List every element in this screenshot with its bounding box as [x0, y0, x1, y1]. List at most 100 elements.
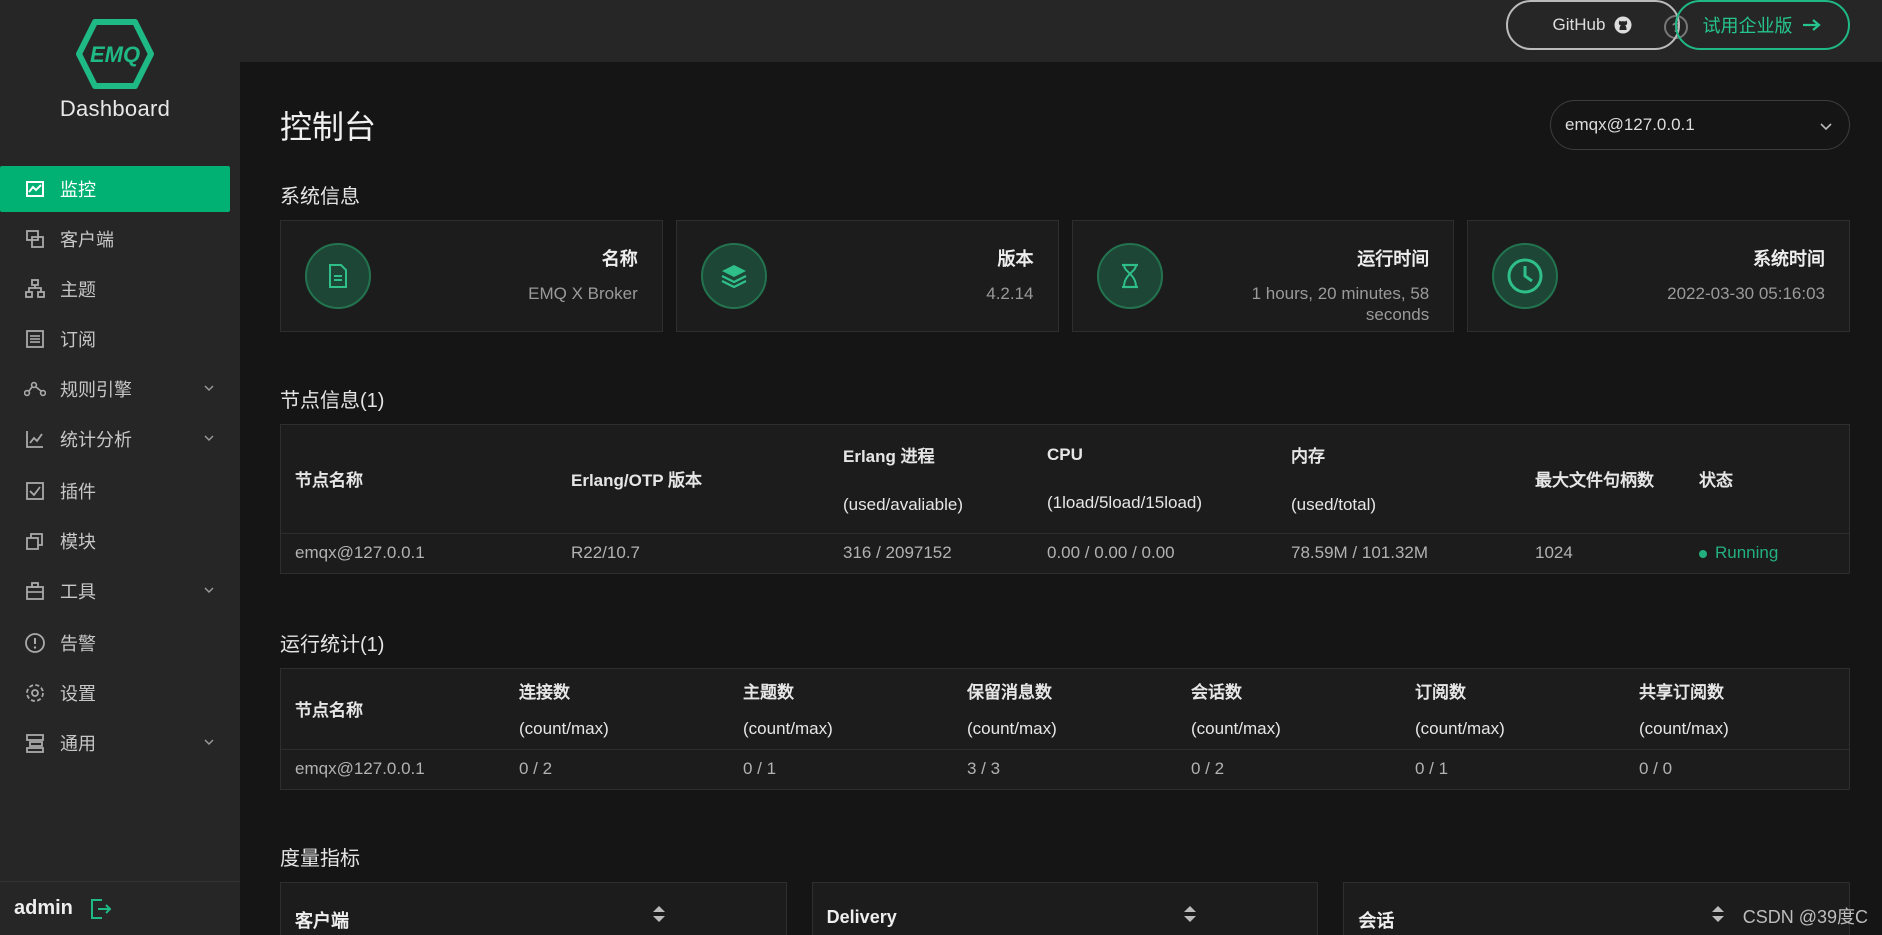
card-value: 2022-03-30 05:16:03: [1667, 284, 1825, 303]
metrics-title: 度量指标: [280, 848, 360, 870]
card-value: 1 hours, 20 minutes, 58 seconds: [1251, 284, 1430, 324]
col-subtitle: (1load/5load/15load): [1047, 492, 1203, 512]
col-subtitle: (used/avaliable): [843, 495, 964, 515]
sidebar-item-label: 通用: [60, 734, 96, 754]
sidebar-item-label: 工具: [60, 582, 96, 602]
sidebar-item-settings[interactable]: 设置: [0, 670, 240, 716]
document-icon: [305, 243, 371, 309]
card-label: 版本: [997, 249, 1034, 269]
col-title: 会话数: [1191, 683, 1242, 703]
col-cpu: CPU (1load/5load/15load): [1033, 425, 1277, 533]
sidebar-item-subscriptions[interactable]: 订阅: [0, 316, 240, 362]
col-subtitle: (count/max): [743, 719, 833, 739]
cell-connections: 0 / 2: [505, 748, 729, 789]
logout-icon[interactable]: [89, 897, 113, 921]
metric-label: 会话: [1358, 911, 1395, 931]
col-sessions: 会话数 (count/max): [1177, 669, 1401, 749]
chevron-down-icon: [204, 739, 214, 746]
sidebar-item-label: 设置: [60, 684, 96, 704]
cell-otp: R22/10.7: [557, 532, 829, 573]
tools-icon: [24, 580, 46, 602]
hourglass-icon: [1096, 243, 1163, 309]
general-icon: [24, 732, 46, 754]
card-label: 运行时间: [1357, 249, 1430, 269]
node-select[interactable]: emqx@127.0.0.1: [1550, 100, 1850, 150]
watermark: CSDN @39度C: [1742, 907, 1868, 927]
sidebar-item-monitor[interactable]: 监控: [0, 166, 230, 212]
col-topics: 主题数 (count/max): [729, 669, 953, 749]
sidebar-item-label: 监控: [60, 180, 96, 200]
sort-icon[interactable]: [1711, 905, 1725, 923]
status-badge: Running: [1685, 532, 1849, 573]
brand-name: Dashboard: [59, 96, 171, 121]
status-dot-icon: [1699, 549, 1707, 558]
sidebar-item-rules[interactable]: 规则引擎: [0, 366, 240, 412]
system-info-cards: 名称 EMQ X Broker 版本 4.2.14 运行时间 1 hours, …: [280, 220, 1850, 332]
sidebar-item-alarms[interactable]: 告警: [0, 620, 240, 666]
subscriptions-icon: [24, 328, 46, 350]
clients-icon: [24, 228, 46, 250]
sidebar-item-analytics[interactable]: 统计分析: [0, 416, 240, 462]
col-connections: 连接数 (count/max): [505, 669, 729, 749]
col-node-name: 节点名称: [295, 701, 363, 721]
analytics-icon: [24, 428, 46, 450]
stats-table: 节点名称 连接数 (count/max) 主题数 (count/max) 保留消息数…: [280, 668, 1850, 790]
col-subtitle: (count/max): [1415, 719, 1505, 739]
github-button-label: GitHub: [1552, 15, 1606, 34]
modules-icon: [24, 530, 46, 552]
sidebar-item-label: 插件: [60, 482, 96, 502]
sidebar-item-label: 统计分析: [60, 430, 132, 450]
sort-icon[interactable]: [1183, 905, 1197, 923]
username: admin: [14, 897, 73, 919]
cell-topics: 0 / 1: [729, 748, 953, 789]
col-title: 共享订阅数: [1639, 683, 1724, 703]
card-label: 系统时间: [1753, 249, 1825, 269]
col-title: 连接数: [519, 683, 570, 703]
sort-icon[interactable]: [652, 905, 666, 923]
sidebar-item-clients[interactable]: 客户端: [0, 216, 240, 262]
github-button[interactable]: GitHub: [1506, 0, 1680, 50]
metric-delivery[interactable]: Delivery: [811, 882, 1319, 935]
info-card-name: 名称 EMQ X Broker: [280, 220, 663, 332]
col-title: 保留消息数: [967, 683, 1052, 703]
emq-logo: EMQ: [76, 19, 154, 89]
monitor-icon: [24, 178, 46, 200]
col-title: CPU: [1047, 444, 1083, 464]
col-subtitle: (count/max): [967, 719, 1057, 739]
sidebar-item-plugins[interactable]: 插件: [0, 468, 240, 514]
col-subtitle: (count/max): [1191, 719, 1281, 739]
cell-cpu: 0.00 / 0.00 / 0.00: [1033, 532, 1277, 573]
nodes-table: 节点名称 Erlang/OTP 版本 Erlang 进程 (used/avali…: [280, 424, 1850, 574]
sidebar-item-modules[interactable]: 模块: [0, 518, 240, 564]
topics-icon: [24, 278, 46, 300]
sidebar-item-label: 规则引擎: [60, 380, 132, 400]
github-icon: [1614, 16, 1632, 34]
trial-button-label: 试用企业版: [1702, 16, 1793, 36]
sidebar-item-topics[interactable]: 主题: [0, 266, 240, 312]
metric-label: 客户端: [295, 911, 349, 931]
cell-node-name: emqx@127.0.0.1: [281, 532, 557, 573]
chevron-down-icon: [204, 385, 214, 392]
cell-sessions: 0 / 2: [1177, 748, 1401, 789]
user-panel: admin: [0, 881, 240, 935]
page-title: 控制台: [280, 109, 377, 145]
cell-shared: 0 / 0: [1625, 748, 1849, 789]
table-row: emqx@127.0.0.1 0 / 2 0 / 1 3 / 3 0 / 2 0…: [281, 748, 1849, 789]
sidebar-menu: 监控 客户端 主题 订阅 规则引擎 统计分析 插件 模块 工具 告警 设置 通用: [0, 166, 240, 770]
status-text: Running: [1715, 543, 1779, 563]
sidebar-item-label: 主题: [60, 280, 96, 300]
sidebar-item-general[interactable]: 通用: [0, 720, 240, 766]
metric-label: Delivery: [826, 907, 897, 927]
col-retained: 保留消息数 (count/max): [953, 669, 1177, 749]
cell-retained: 3 / 3: [953, 748, 1177, 789]
info-card-uptime: 运行时间 1 hours, 20 minutes, 58 seconds: [1071, 220, 1455, 332]
metric-clients[interactable]: 客户端: [280, 882, 787, 935]
info-card-version: 版本 4.2.14: [675, 220, 1059, 332]
brand: EMQ Dashboard: [0, 18, 230, 122]
col-memory: 内存 (used/total): [1277, 425, 1521, 533]
card-value: 4.2.14: [986, 284, 1034, 303]
trial-enterprise-button[interactable]: 试用企业版: [1675, 0, 1850, 50]
table-row: emqx@127.0.0.1 R22/10.7 316 / 2097152 0.…: [281, 532, 1849, 573]
sidebar-item-tools[interactable]: 工具: [0, 568, 240, 614]
card-value: EMQ X Broker: [528, 284, 638, 303]
